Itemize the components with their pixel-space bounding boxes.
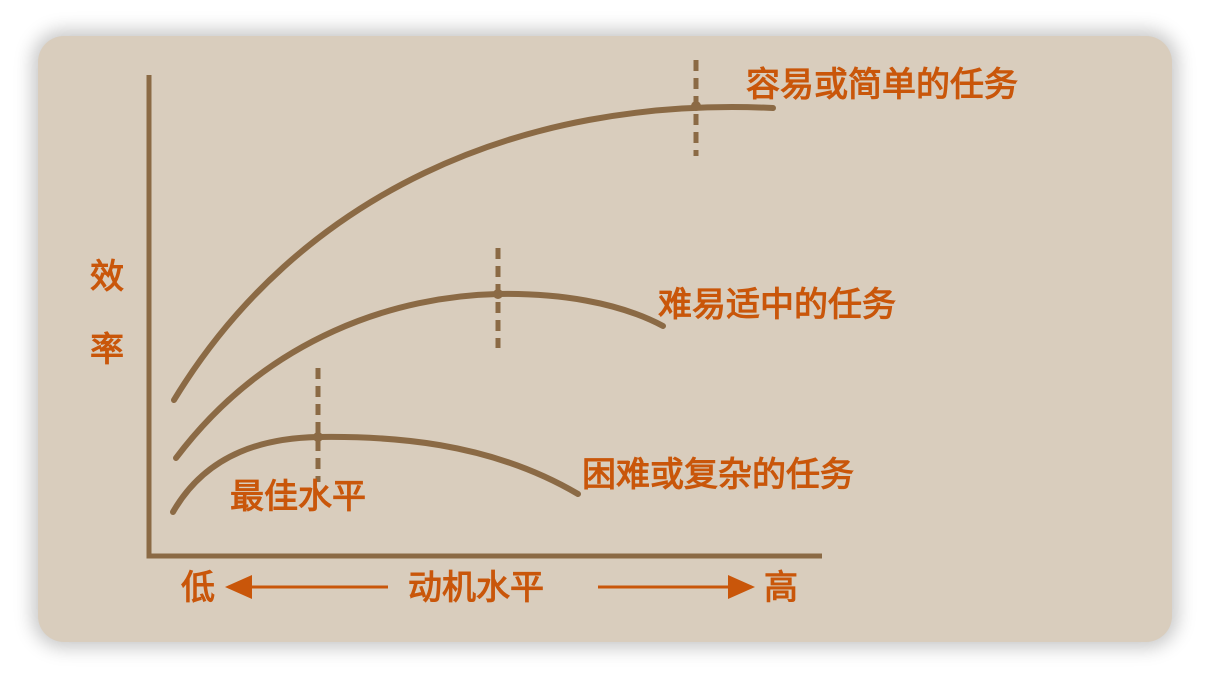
y-axis-label-bottom: 率 [90,330,124,370]
curve-moderate-task [173,290,666,461]
x-axis-high-label: 高 [764,568,798,608]
optimum-point-moderate [493,289,503,299]
x-axis-title: 动机水平 [408,568,544,608]
curve-label-moderate: 难易适中的任务 [658,285,896,325]
optimum-point-difficult [313,432,323,442]
motivation-efficiency-diagram: 容易或简单的任务 难易适中的任务 困难或复杂的任务 最佳水平 效 率 低 动机水… [90,60,1018,608]
optimum-point-easy [691,101,701,111]
y-axis-label-top: 效 [90,257,124,297]
diagram-frame: 容易或简单的任务 难易适中的任务 困难或复杂的任务 最佳水平 效 率 低 动机水… [38,36,1172,642]
curve-label-difficult: 困难或复杂的任务 [582,455,854,495]
curve-easy-task [171,104,776,403]
x-axis-low-label: 低 [181,568,215,608]
optimum-label: 最佳水平 [230,477,366,517]
curve-label-easy: 容易或简单的任务 [746,65,1018,105]
